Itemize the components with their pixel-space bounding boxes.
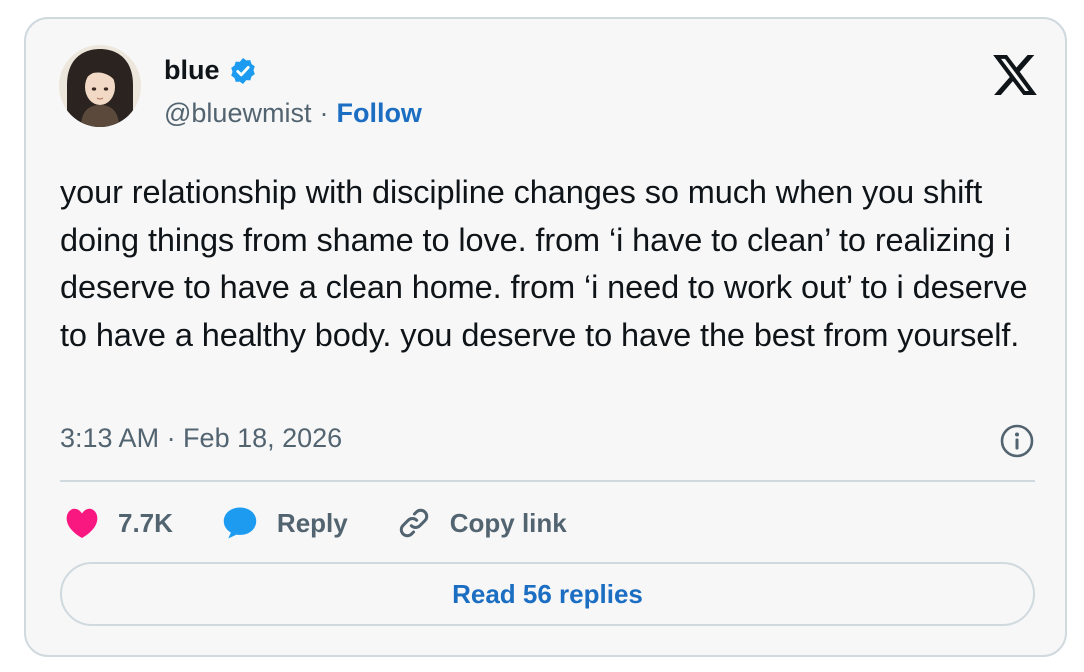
- like-button[interactable]: 7.7K: [64, 507, 173, 539]
- tweet-text: your relationship with discipline change…: [60, 174, 1028, 353]
- like-count: 7.7K: [118, 507, 173, 538]
- heart-icon: [64, 507, 100, 539]
- tweet-timestamp[interactable]: 3:13 AM · Feb 18, 2026: [60, 423, 342, 454]
- user-handle[interactable]: @bluewmist: [164, 98, 311, 129]
- speech-bubble-icon: [221, 506, 259, 540]
- link-icon: [396, 505, 432, 541]
- display-name[interactable]: blue: [164, 55, 220, 86]
- separator-dot: ·: [319, 98, 329, 128]
- avatar[interactable]: [59, 45, 141, 127]
- divider: [60, 480, 1035, 482]
- copy-link-button[interactable]: Copy link: [396, 505, 567, 541]
- x-logo-icon[interactable]: [993, 55, 1037, 95]
- reply-label: Reply: [276, 507, 348, 538]
- info-icon[interactable]: [999, 423, 1035, 459]
- reply-button[interactable]: Reply: [221, 506, 348, 540]
- action-bar: 7.7K Reply Copy link: [64, 503, 615, 543]
- tweet-card: blue @bluewmist · Follow your relationsh…: [24, 17, 1067, 657]
- read-replies-button[interactable]: Read 56 replies: [60, 562, 1035, 626]
- verified-badge-icon: [228, 56, 258, 86]
- copy-link-label: Copy link: [449, 507, 567, 538]
- follow-button[interactable]: Follow: [336, 98, 421, 129]
